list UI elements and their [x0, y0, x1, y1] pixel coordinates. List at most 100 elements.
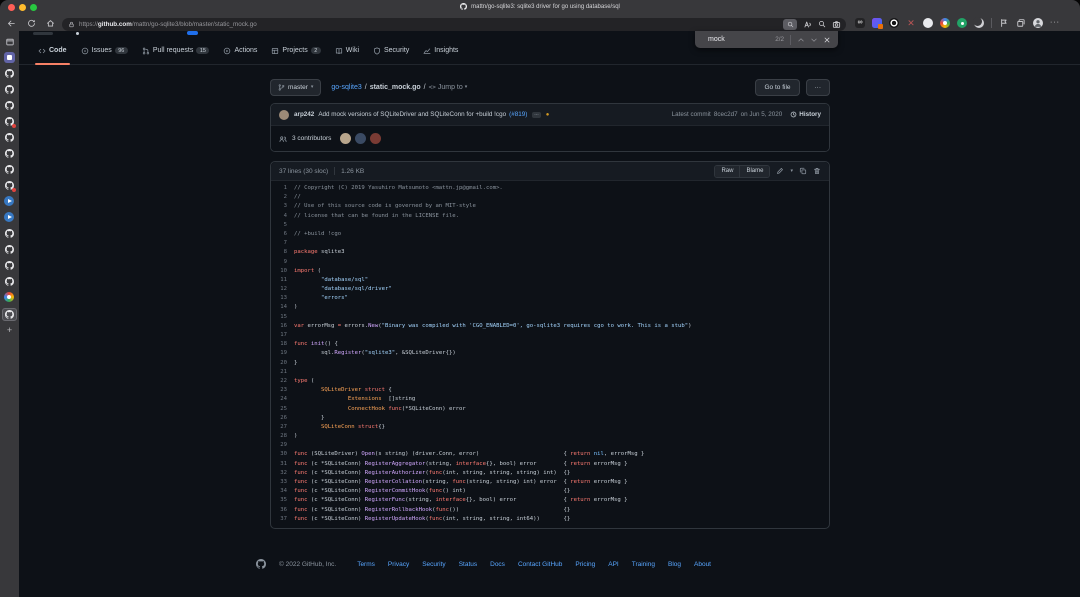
footer-link-docs[interactable]: Docs: [490, 561, 505, 568]
tab-github-active[interactable]: [2, 308, 17, 321]
line-number[interactable]: 30: [271, 450, 287, 459]
extension-crescent-icon[interactable]: [974, 18, 984, 28]
minimize-window-button[interactable]: [19, 4, 26, 11]
line-number[interactable]: 18: [271, 340, 287, 349]
tab-github[interactable]: [4, 84, 15, 95]
tab-github[interactable]: [4, 228, 15, 239]
blame-button[interactable]: Blame: [739, 166, 769, 177]
line-number[interactable]: 21: [271, 368, 287, 377]
browser-tab-title[interactable]: mattn/go-sqlite3: sqlite3 driver for go …: [300, 3, 780, 10]
line-number[interactable]: 3: [271, 202, 287, 211]
repo-tab-wiki[interactable]: Wiki: [335, 37, 359, 64]
line-number[interactable]: 27: [271, 423, 287, 432]
repo-tab-projects[interactable]: Projects2: [271, 37, 320, 64]
find-query[interactable]: mock: [708, 36, 725, 43]
line-number[interactable]: 14: [271, 303, 287, 312]
line-number[interactable]: 34: [271, 487, 287, 496]
line-number[interactable]: 24: [271, 395, 287, 404]
tab-github[interactable]: [4, 148, 15, 159]
footer-link-blog[interactable]: Blog: [668, 561, 681, 568]
avatar[interactable]: [340, 133, 351, 144]
repo-tab-issues[interactable]: Issues96: [81, 37, 128, 64]
commit-author-link[interactable]: arp242: [294, 111, 314, 118]
find-bar[interactable]: mock 2/2: [695, 31, 838, 48]
commit-pr-link[interactable]: (#819): [509, 111, 527, 118]
footer-link-status[interactable]: Status: [459, 561, 477, 568]
line-number[interactable]: 1: [271, 184, 287, 193]
raw-button[interactable]: Raw: [715, 166, 739, 177]
tab-github[interactable]: [4, 68, 15, 79]
footer-link-pricing[interactable]: Pricing: [575, 561, 595, 568]
avatar[interactable]: [355, 133, 366, 144]
line-number[interactable]: 19: [271, 349, 287, 358]
line-number[interactable]: 26: [271, 414, 287, 423]
line-number[interactable]: 23: [271, 386, 287, 395]
extension-stack-icon[interactable]: [1016, 18, 1026, 28]
address-bar[interactable]: https://github.com/mattn/go-sqlite3/blob…: [62, 18, 846, 31]
footer-link-security[interactable]: Security: [422, 561, 445, 568]
tab-github[interactable]: [4, 260, 15, 271]
line-number[interactable]: 12: [271, 285, 287, 294]
line-number[interactable]: 25: [271, 405, 287, 414]
find-next-icon[interactable]: [810, 36, 818, 44]
go-to-file-button[interactable]: Go to file: [755, 79, 799, 96]
line-number[interactable]: 33: [271, 478, 287, 487]
history-link[interactable]: History: [790, 111, 821, 118]
footer-link-api[interactable]: API: [608, 561, 618, 568]
tab-colorful-site[interactable]: [4, 292, 14, 302]
commit-message-link[interactable]: Add mock versions of SQLiteDriver and SQ…: [318, 111, 506, 118]
new-tab-button[interactable]: +: [4, 324, 15, 335]
footer-link-privacy[interactable]: Privacy: [388, 561, 409, 568]
line-number[interactable]: 13: [271, 294, 287, 303]
branch-selector-button[interactable]: master ▾: [270, 79, 321, 96]
more-options-button[interactable]: ···: [806, 79, 831, 96]
line-number[interactable]: 28: [271, 432, 287, 441]
line-number[interactable]: 5: [271, 221, 287, 230]
jump-to-button[interactable]: <> Jump to ▾: [429, 84, 468, 91]
commit-status-pending-icon[interactable]: ●: [546, 112, 550, 118]
repo-tab-pull-requests[interactable]: Pull requests15: [142, 37, 210, 64]
profile-avatar[interactable]: [1033, 18, 1043, 28]
tab-github[interactable]: [4, 180, 15, 191]
tab-blue-site[interactable]: [4, 212, 14, 222]
extension-ring-icon[interactable]: [889, 18, 899, 28]
line-number[interactable]: 37: [271, 515, 287, 524]
breadcrumb-repo-link[interactable]: go-sqlite3: [331, 84, 361, 91]
tab-github[interactable]: [4, 132, 15, 143]
commit-sha-link[interactable]: 8cec2d7: [714, 111, 738, 118]
footer-link-terms[interactable]: Terms: [357, 561, 375, 568]
tab-github[interactable]: [4, 244, 15, 255]
footer-link-training[interactable]: Training: [632, 561, 655, 568]
line-number[interactable]: 6: [271, 230, 287, 239]
line-number[interactable]: 17: [271, 331, 287, 340]
line-number[interactable]: 36: [271, 506, 287, 515]
pinned-tab-purple[interactable]: [4, 52, 15, 63]
commit-description-toggle[interactable]: ···: [532, 112, 541, 118]
maximize-window-button[interactable]: [30, 4, 37, 11]
find-previous-icon[interactable]: [797, 36, 805, 44]
line-number[interactable]: 8: [271, 248, 287, 257]
avatar[interactable]: [279, 110, 289, 120]
tab-github[interactable]: [4, 100, 15, 111]
tab-github[interactable]: [4, 116, 15, 127]
line-number[interactable]: 11: [271, 276, 287, 285]
zoom-button[interactable]: [818, 20, 826, 28]
tab-blue-site[interactable]: [4, 196, 14, 206]
edit-pencil-icon[interactable]: [776, 167, 784, 175]
back-icon[interactable]: [7, 19, 16, 28]
reload-icon[interactable]: [27, 19, 36, 28]
find-close-icon[interactable]: [823, 36, 831, 44]
line-number[interactable]: 29: [271, 441, 287, 450]
extension-puzzle-badge-icon[interactable]: [872, 18, 882, 28]
contributors-link[interactable]: 3 contributors: [292, 135, 331, 142]
line-number[interactable]: 10: [271, 267, 287, 276]
line-number[interactable]: 32: [271, 469, 287, 478]
repo-tab-security[interactable]: Security: [373, 37, 409, 64]
footer-link-contact-github[interactable]: Contact GitHub: [518, 561, 562, 568]
delete-trash-icon[interactable]: [813, 167, 821, 175]
tab-github[interactable]: [4, 164, 15, 175]
close-window-button[interactable]: [8, 4, 15, 11]
find-on-page-button[interactable]: [783, 19, 797, 30]
line-number[interactable]: 2: [271, 193, 287, 202]
more-menu-button[interactable]: ···: [1050, 18, 1060, 28]
